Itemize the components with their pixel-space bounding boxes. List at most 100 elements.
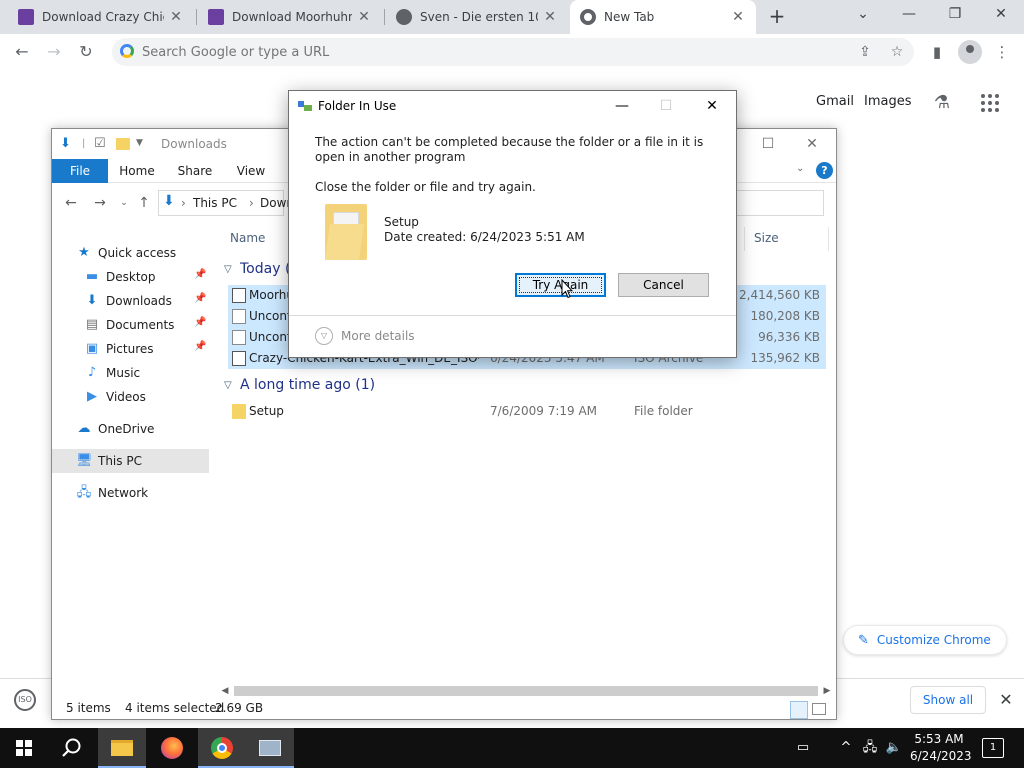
volume-icon[interactable]: 🔈 [884, 738, 904, 758]
more-details-toggle[interactable]: ▽ More details [315, 327, 415, 345]
gmail-link[interactable]: Gmail [816, 94, 854, 109]
expand-ribbon-chevron-icon[interactable]: ⌄ [796, 163, 804, 174]
scroll-left-icon[interactable]: ◀ [218, 683, 232, 699]
new-folder-icon[interactable] [116, 138, 130, 150]
nav-label: Desktop [106, 270, 156, 284]
minimize-button[interactable]: — [600, 93, 644, 119]
tab-download-crazy-chicken[interactable]: Download Crazy Chicken ✕ [8, 0, 194, 34]
notifications-icon[interactable]: 1 [982, 738, 1004, 758]
large-icons-view-icon[interactable] [812, 703, 826, 715]
labs-flask-icon[interactable]: ⚗ [931, 92, 953, 114]
address-bar[interactable]: ⬇ › This PC › Down [158, 190, 294, 216]
file-move-icon [298, 101, 312, 111]
nav-quick-access[interactable]: ★ Quick access [52, 241, 209, 265]
side-panel-icon[interactable]: ▮ [925, 40, 949, 64]
nav-this-pc[interactable]: 🖥 This PC [52, 449, 209, 473]
nav-desktop[interactable]: ▬ Desktop 📌 [52, 265, 209, 289]
taskbar-file-explorer[interactable] [98, 728, 146, 768]
locked-file-name: Setup [384, 215, 419, 229]
scroll-right-icon[interactable]: ▶ [820, 683, 834, 699]
close-button[interactable]: ✕ [792, 133, 832, 157]
close-button[interactable]: ✕ [690, 93, 734, 119]
back-button[interactable]: ← [10, 40, 34, 64]
column-header-size[interactable]: Size [754, 231, 779, 245]
breadcrumb-this-pc[interactable]: This PC [193, 196, 237, 210]
customize-chrome-button[interactable]: ✎ Customize Chrome [843, 625, 1007, 655]
tab-sven[interactable]: Sven - Die ersten 10 Ja ✕ [386, 0, 568, 34]
bookmark-star-icon[interactable]: ☆ [888, 43, 906, 61]
search-downloads-input[interactable] [736, 190, 824, 216]
explorer-title: Downloads [161, 137, 227, 151]
reload-button[interactable]: ↻ [74, 40, 98, 64]
horizontal-scrollbar[interactable]: ◀ ▶ [216, 683, 836, 699]
restore-button[interactable]: ❐ [932, 0, 978, 30]
close-window-button[interactable]: ✕ [978, 0, 1024, 30]
profile-avatar[interactable] [958, 40, 982, 64]
tab-home[interactable]: Home [112, 159, 162, 183]
up-arrow-icon[interactable]: ↑ [134, 193, 154, 213]
back-arrow-icon[interactable]: ← [61, 193, 81, 213]
tab-new-tab[interactable]: New Tab ✕ [570, 0, 756, 34]
tab-view[interactable]: View [226, 159, 276, 183]
file-size: 135,962 KB [750, 351, 820, 365]
forward-arrow-icon[interactable]: → [90, 193, 110, 213]
images-link[interactable]: Images [864, 94, 912, 109]
help-icon[interactable]: ? [816, 162, 833, 179]
start-button[interactable] [0, 728, 48, 768]
close-icon[interactable]: ✕ [542, 9, 558, 25]
nav-documents[interactable]: ▤ Documents 📌 [52, 313, 209, 337]
column-header-name[interactable]: Name [230, 231, 265, 245]
nav-pictures[interactable]: ▣ Pictures 📌 [52, 337, 209, 361]
nav-videos[interactable]: ▶ Videos [52, 385, 209, 409]
close-icon[interactable]: ✕ [168, 9, 184, 25]
forward-button[interactable]: → [42, 40, 66, 64]
cancel-button[interactable]: Cancel [618, 273, 709, 297]
quick-access-dropdown-icon[interactable]: ▼ [136, 138, 143, 148]
omnibox[interactable]: ⇪ ☆ [112, 38, 914, 66]
details-view-icon[interactable] [790, 701, 808, 719]
maximize-button[interactable]: ☐ [748, 133, 788, 157]
download-arrow-icon: ⬇ [163, 193, 175, 209]
nav-downloads[interactable]: ⬇ Downloads 📌 [52, 289, 209, 313]
taskbar-chrome[interactable] [198, 728, 246, 768]
share-icon[interactable]: ⇪ [856, 43, 874, 61]
nav-music[interactable]: ♪ Music [52, 361, 209, 385]
pin-icon: 📌 [194, 317, 207, 328]
divider [289, 315, 736, 316]
network-status-icon[interactable]: 🖧 [860, 738, 880, 758]
tab-file[interactable]: File [52, 159, 108, 183]
pictures-icon: ▣ [85, 341, 99, 356]
table-row[interactable]: Setup 7/6/2009 7:19 AM File folder [228, 401, 826, 422]
close-download-bar-icon[interactable]: ✕ [996, 688, 1016, 712]
show-hidden-icons-chevron-icon[interactable]: ^ [836, 738, 856, 758]
google-apps-icon[interactable] [981, 94, 999, 112]
file-size: 180,208 KB [750, 309, 820, 323]
recent-locations-chevron-icon[interactable]: ⌄ [114, 193, 134, 213]
file-size: 96,336 KB [758, 330, 820, 344]
scrollbar-thumb[interactable] [234, 686, 818, 696]
nav-label: Downloads [106, 294, 172, 308]
file-icon [232, 309, 246, 324]
system-clock[interactable]: 5:53 AM 6/24/2023 [910, 731, 972, 765]
properties-check-icon[interactable]: ☑ [94, 136, 106, 151]
omnibox-input[interactable] [142, 38, 832, 66]
close-icon[interactable]: ✕ [730, 9, 746, 25]
search-button[interactable] [48, 728, 96, 768]
taskbar-file-operation[interactable] [246, 728, 294, 768]
taskbar-firefox[interactable] [148, 728, 196, 768]
minimize-button[interactable]: — [886, 0, 932, 30]
tab-search-chevron-icon[interactable]: ⌄ [840, 0, 886, 30]
show-all-downloads-button[interactable]: Show all [910, 686, 986, 714]
group-header-long-time-ago[interactable]: ▽ A long time ago (1) [224, 377, 375, 393]
tab-share[interactable]: Share [170, 159, 220, 183]
task-view-icon[interactable]: ▭ [792, 738, 814, 758]
windows-logo-icon [16, 740, 32, 756]
iso-file-icon[interactable]: ISO [14, 689, 36, 711]
chrome-menu-icon[interactable]: ⋮ [990, 40, 1014, 64]
nav-onedrive[interactable]: ☁ OneDrive [52, 417, 209, 441]
new-tab-button[interactable]: + [766, 5, 788, 29]
tab-download-moorhuhn[interactable]: Download Moorhuhn K ✕ [198, 0, 382, 34]
close-icon[interactable]: ✕ [356, 9, 372, 25]
nav-network[interactable]: 🖧 Network [52, 481, 209, 505]
nav-label: Documents [106, 318, 175, 332]
